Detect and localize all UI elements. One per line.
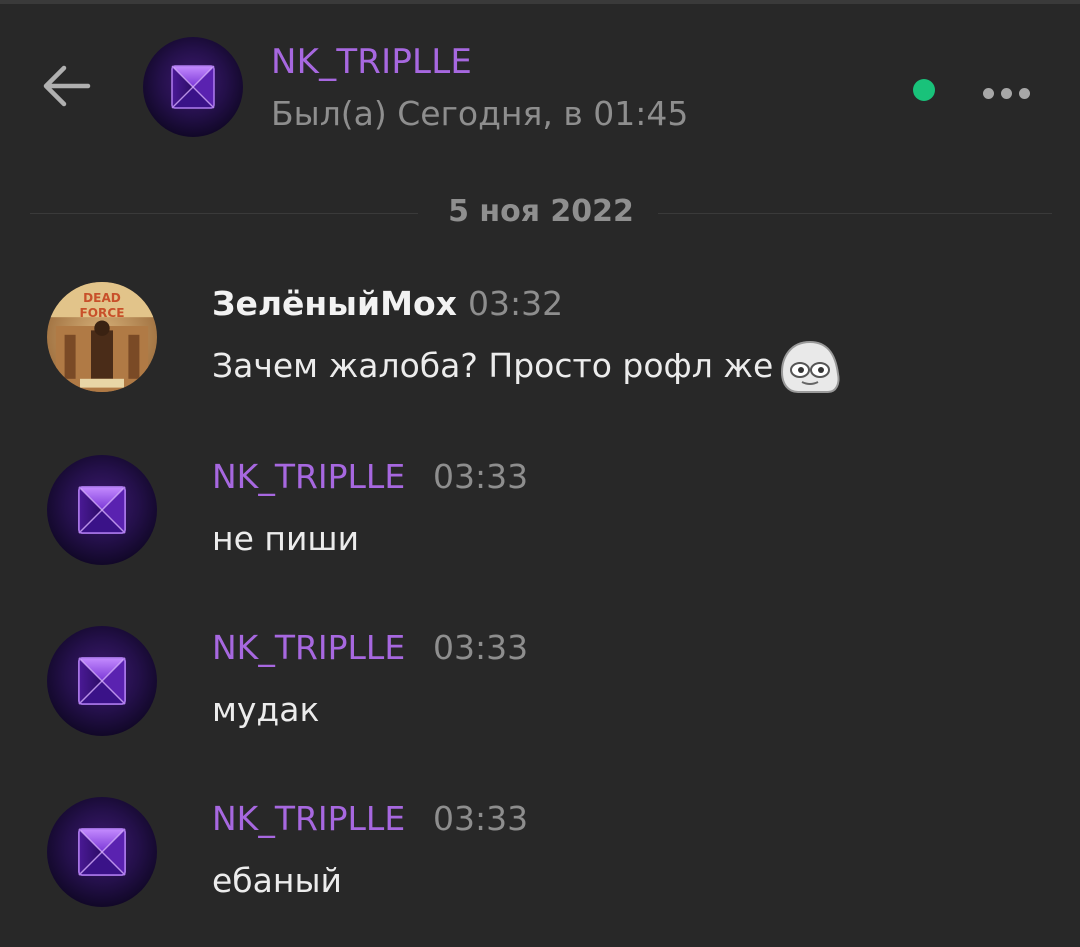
message: DEAD FORCE ЗелёныйМох 03:32 Зачем жалоба… — [0, 282, 1080, 432]
date-separator: 5 ноя 2022 — [30, 190, 1052, 238]
last-seen-status: Был(а) Сегодня, в 01:45 — [271, 94, 689, 133]
message-time: 03:32 — [468, 284, 564, 323]
more-horizontal-icon — [982, 87, 994, 99]
message: NK_TRIPLLE 03:33 мудак — [0, 626, 1080, 776]
svg-text:DEAD: DEAD — [83, 291, 121, 305]
message-text: ебаный — [212, 861, 342, 900]
more-options-button[interactable] — [968, 68, 1044, 118]
more-horizontal-icon — [1000, 87, 1012, 99]
avatar[interactable] — [47, 626, 157, 736]
date-label: 5 ноя 2022 — [448, 194, 634, 229]
avatar[interactable] — [47, 797, 157, 907]
chat-title[interactable]: NK_TRIPLLE — [271, 42, 472, 82]
message-author[interactable]: ЗелёныйМох — [212, 284, 457, 323]
message: NK_TRIPLLE 03:33 не пиши — [0, 455, 1080, 605]
more-horizontal-icon — [1018, 87, 1030, 99]
message-author[interactable]: NK_TRIPLLE — [212, 799, 405, 838]
arrow-left-icon — [43, 65, 91, 107]
avatar[interactable] — [143, 37, 243, 137]
message-text: Зачем жалоба? Просто рофл же — [212, 346, 774, 385]
svg-text:FORCE: FORCE — [80, 306, 125, 320]
message-text: мудак — [212, 690, 320, 729]
message-time: 03:33 — [433, 628, 529, 667]
message-time: 03:33 — [433, 799, 529, 838]
meme-face-emoji — [780, 340, 840, 393]
avatar[interactable]: DEAD FORCE — [47, 282, 157, 392]
message-author[interactable]: NK_TRIPLLE — [212, 457, 405, 496]
message-time: 03:33 — [433, 457, 529, 496]
divider — [658, 213, 1052, 214]
avatar[interactable] — [47, 455, 157, 565]
back-button[interactable] — [30, 54, 102, 118]
chat-header: NK_TRIPLLE Был(а) Сегодня, в 01:45 — [0, 4, 1080, 172]
message: NK_TRIPLLE 03:33 ебаный — [0, 797, 1080, 947]
online-indicator — [913, 79, 935, 101]
message-text: не пиши — [212, 519, 360, 558]
message-author[interactable]: NK_TRIPLLE — [212, 628, 405, 667]
